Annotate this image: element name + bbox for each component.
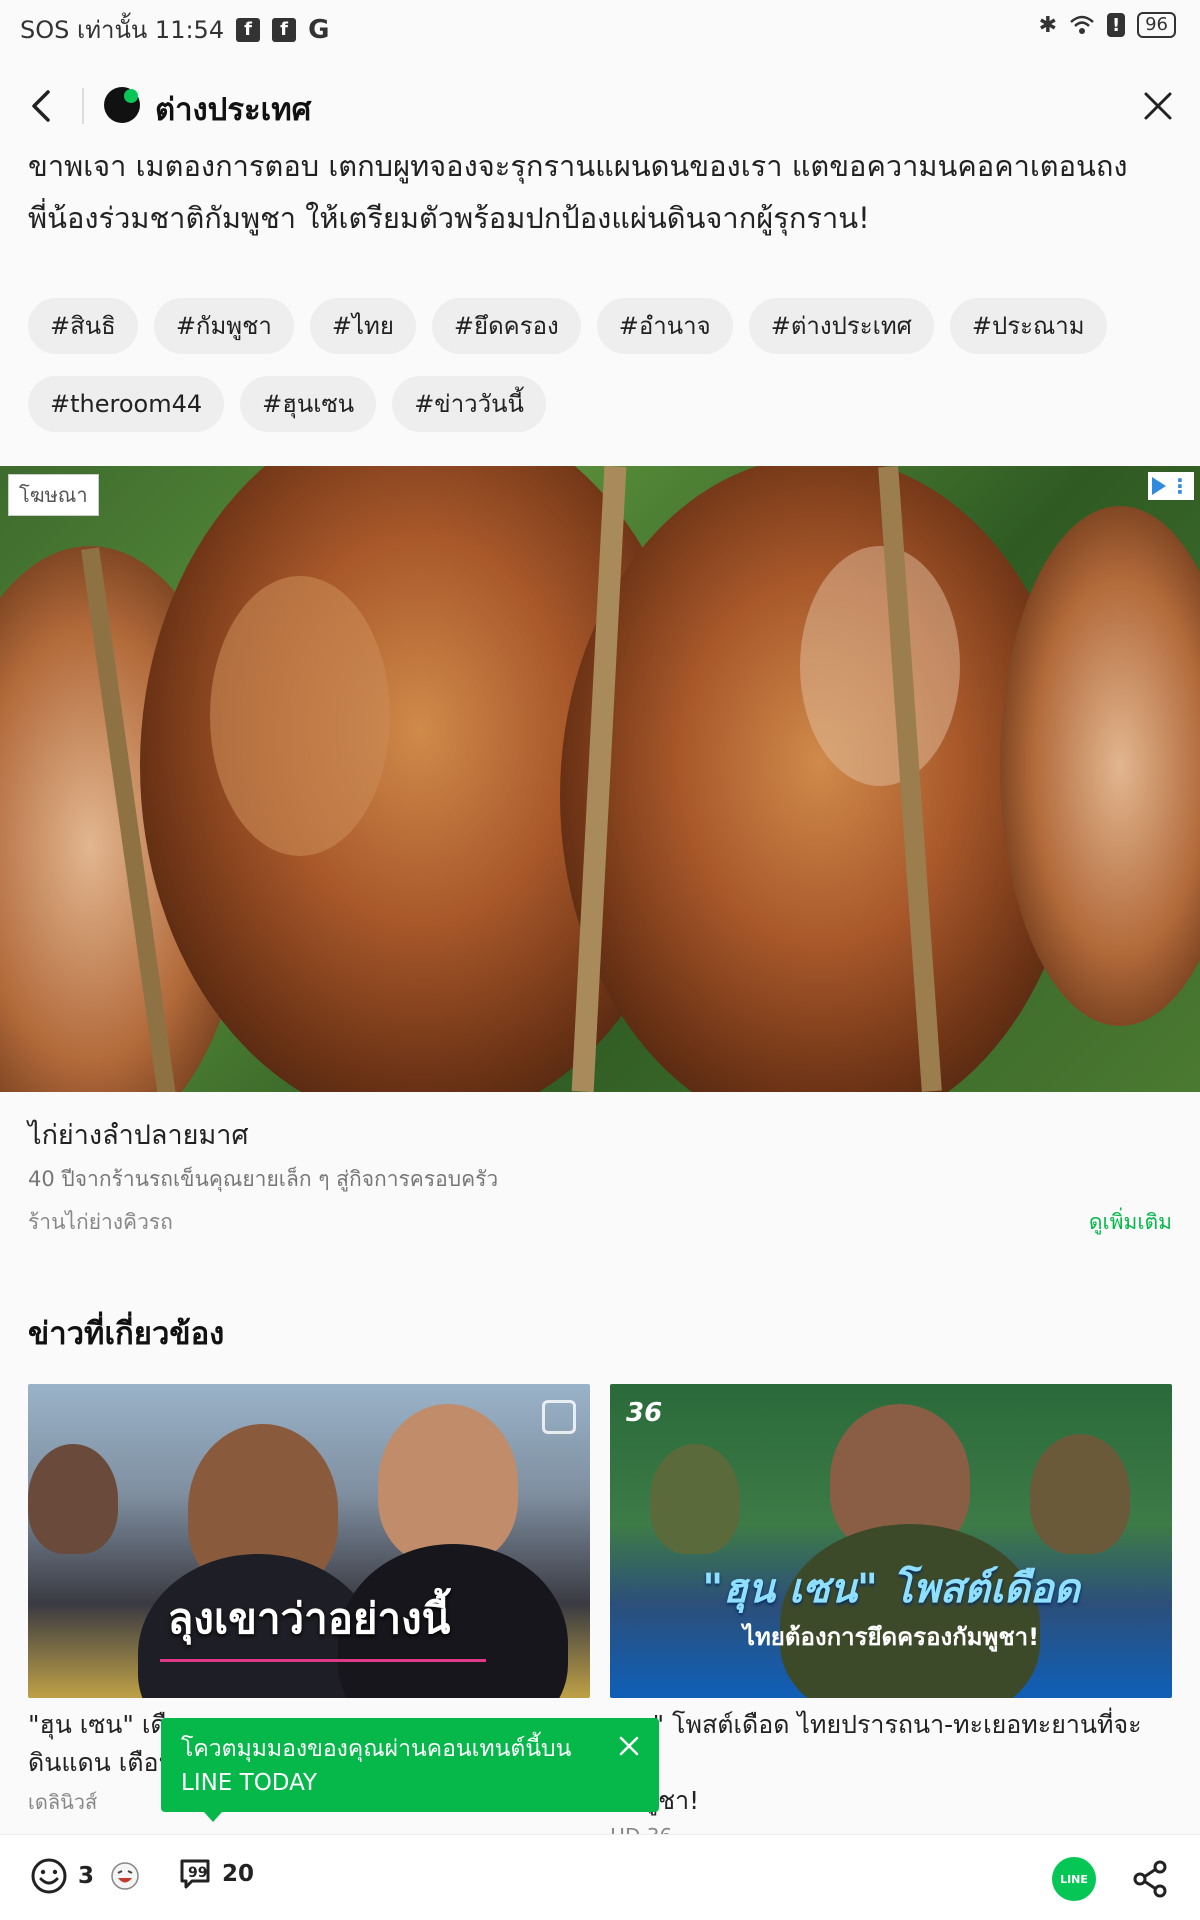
battery-indicator: 96 (1137, 12, 1176, 38)
laughing-emoji-icon (111, 1862, 139, 1890)
tooltip-tail (204, 1812, 222, 1822)
close-icon[interactable] (615, 1732, 643, 1760)
facebook-icon: f (272, 17, 297, 42)
comment-icon: 99 (180, 1859, 210, 1889)
tag-chip[interactable]: #ยึดครอง (431, 298, 581, 354)
watermark-icon (542, 1400, 576, 1434)
card-title-line: เซน" โพสต์เดือด ไทยปรารถนา-ทะเยอทะยานที่… (610, 1710, 1142, 1777)
svg-text:99: 99 (188, 1865, 207, 1881)
channel-logo: 36 (626, 1398, 663, 1428)
status-bar: SOS เท่านั้น 11:54 f f G ✱ ! 96 (0, 0, 1200, 56)
tag-list: #สินธิ #กัมพูชา #ไทย #ยึดครอง #อำนาจ #ต่… (28, 298, 1178, 432)
tag-chip[interactable]: #ฮุนเซน (240, 376, 377, 432)
bluetooth-icon: ✱ (1038, 12, 1058, 38)
tag-chip[interactable]: #ไทย (309, 298, 416, 354)
article-line: พี่น้องร่วมชาติกัมพูชา ให้เตรียมตัวพร้อม… (28, 201, 870, 235)
ad-label: โฆษณา (8, 474, 99, 516)
ad-banner[interactable]: โฆษณา ⋮ (0, 466, 1200, 1092)
ad-title[interactable]: ไก่ย่างลำปลายมาศ (28, 1113, 249, 1156)
tooltip-text: โควตมุมมองของคุณผ่านคอนเทนต์นี้บน LINE T… (181, 1736, 572, 1796)
card-overlay-text: ลุงเขาว่าอย่างนี้ (167, 1594, 451, 1643)
card-overlay-subtext: ไทยต้องการยึดครองกัมพูชา! (742, 1623, 1040, 1651)
related-card-image: 36 "ฮุน เซน" โพสต์เดือด ไทยต้องการยึดครอ… (610, 1384, 1172, 1698)
share-icon[interactable] (1128, 1857, 1172, 1901)
line-today-tooltip: โควตมุมมองของคุณผ่านคอนเทนต์นี้บน LINE T… (161, 1718, 659, 1812)
tag-chip[interactable]: #ต่างประเทศ (748, 298, 934, 354)
ad-description: 40 ปีจากร้านรถเข็นคุณยายเล็ก ๆ สู่กิจการ… (28, 1167, 499, 1191)
facebook-icon: f (236, 17, 261, 42)
play-icon (1152, 477, 1166, 495)
wifi-icon (1070, 15, 1094, 34)
status-left: SOS เท่านั้น 11:54 f f G (20, 10, 329, 49)
card-title-line: กัมพูชา! (610, 1782, 1172, 1820)
tag-chip[interactable]: #ประณาม (949, 298, 1107, 354)
comment-button[interactable]: 99 20 (178, 1857, 254, 1891)
related-card-title: เซน" โพสต์เดือด ไทยปรารถนา-ทะเยอทะยานที่… (610, 1706, 1172, 1820)
reaction-button[interactable]: 3 (30, 1857, 140, 1895)
brand-logo-icon (104, 87, 140, 123)
google-icon: G (308, 14, 330, 45)
ad-source: ร้านไก่ย่างคิวรถ (28, 1210, 173, 1234)
tag-chip[interactable]: #สินธิ (28, 298, 138, 354)
back-icon[interactable] (22, 84, 62, 128)
tag-chip[interactable]: #ข่าววันนี้ (392, 376, 546, 432)
reaction-count: 3 (78, 1863, 95, 1889)
status-right: ✱ ! 96 (1039, 12, 1176, 38)
tag-chip[interactable]: #อำนาจ (596, 298, 733, 354)
bottom-action-bar: 3 99 20 LINE (0, 1834, 1200, 1920)
ad-choices-icon[interactable]: ⋮ (1148, 472, 1194, 500)
related-section-title: ข่าวที่เกี่ยวข้อง (28, 1316, 225, 1352)
smiley-icon (31, 1858, 67, 1894)
ad-more-link[interactable]: ดูเพิ่มเติม (1089, 1206, 1172, 1239)
more-vertical-icon: ⋮ (1170, 474, 1190, 498)
tag-chip[interactable]: #กัมพูชา (153, 298, 294, 354)
header-divider (82, 88, 84, 124)
card-overlay-text: "ฮุน เซน" โพสต์เดือด (702, 1566, 1080, 1612)
app-header: ต่างประเทศ (0, 74, 1200, 138)
grilled-chicken-image (0, 466, 1200, 1092)
related-card[interactable]: 36 "ฮุน เซน" โพสต์เดือด ไทยต้องการยึดครอ… (610, 1384, 1172, 1848)
article-body: ขาพเจา เมตองการตอบ เตกบผูทจองจะรุกรานแผน… (28, 140, 1178, 244)
page-title: ต่างประเทศ (155, 92, 312, 128)
overlay-underline (160, 1659, 486, 1662)
related-card-image: ลุงเขาว่าอย่างนี้ (28, 1384, 590, 1698)
status-text: SOS เท่านั้น 11:54 (20, 16, 225, 44)
article-line: ขาพเจา เมตองการตอบ เตกบผูทจองจะรุกรานแผน… (28, 149, 1128, 183)
tag-chip[interactable]: #theroom44 (28, 376, 225, 432)
close-icon[interactable] (1140, 88, 1176, 124)
line-share-icon[interactable]: LINE (1052, 1857, 1096, 1901)
comment-count: 20 (222, 1861, 255, 1887)
alert-icon: ! (1107, 13, 1126, 37)
